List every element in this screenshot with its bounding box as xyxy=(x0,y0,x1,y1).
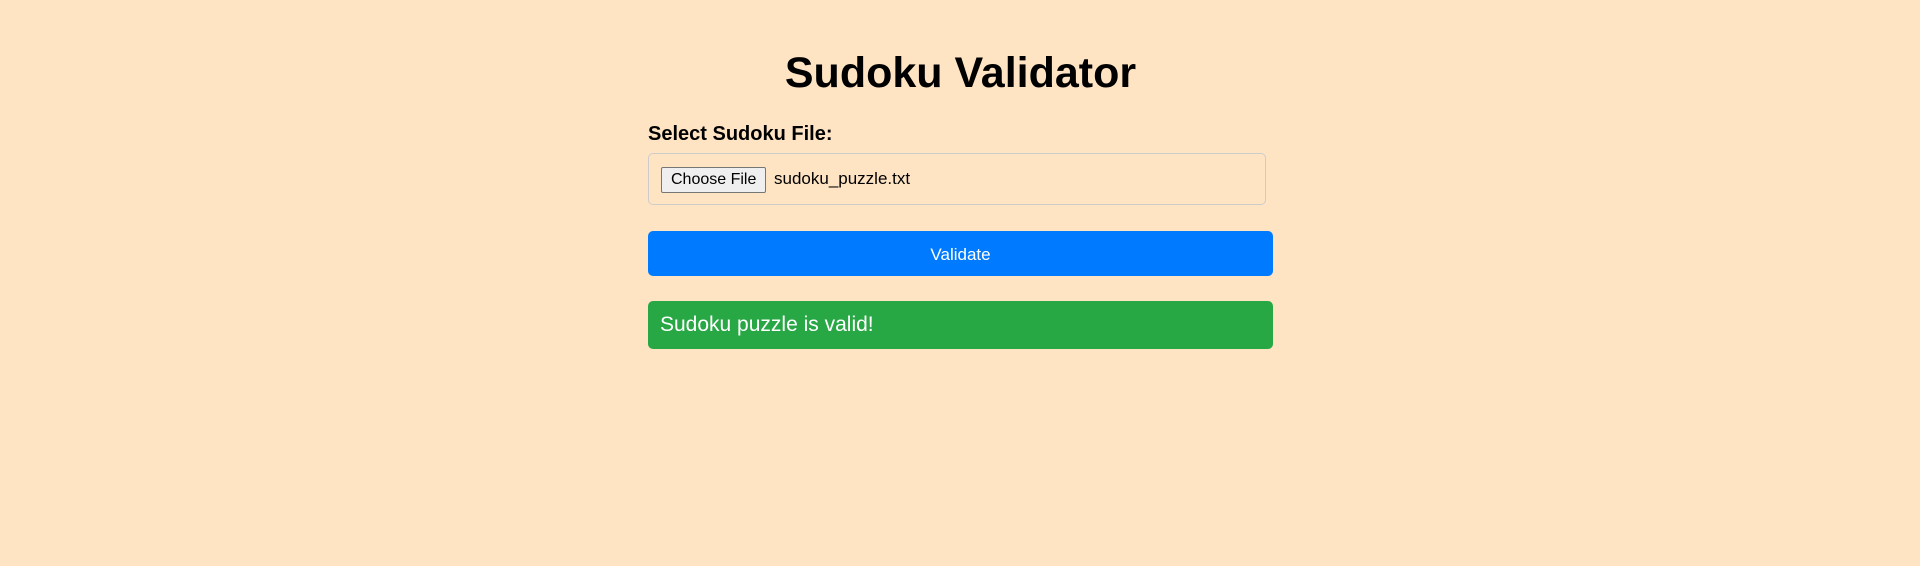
file-input[interactable]: Choose File sudoku_puzzle.txt xyxy=(648,153,1266,205)
page-title: Sudoku Validator xyxy=(784,49,1137,97)
validate-button[interactable]: Validate xyxy=(648,231,1273,276)
selected-file-name: sudoku_puzzle.txt xyxy=(774,169,911,188)
result-message: Sudoku puzzle is valid! xyxy=(648,301,1273,349)
choose-file-button[interactable]: Choose File xyxy=(661,167,767,193)
file-field-label: Select Sudoku File: xyxy=(648,123,833,145)
